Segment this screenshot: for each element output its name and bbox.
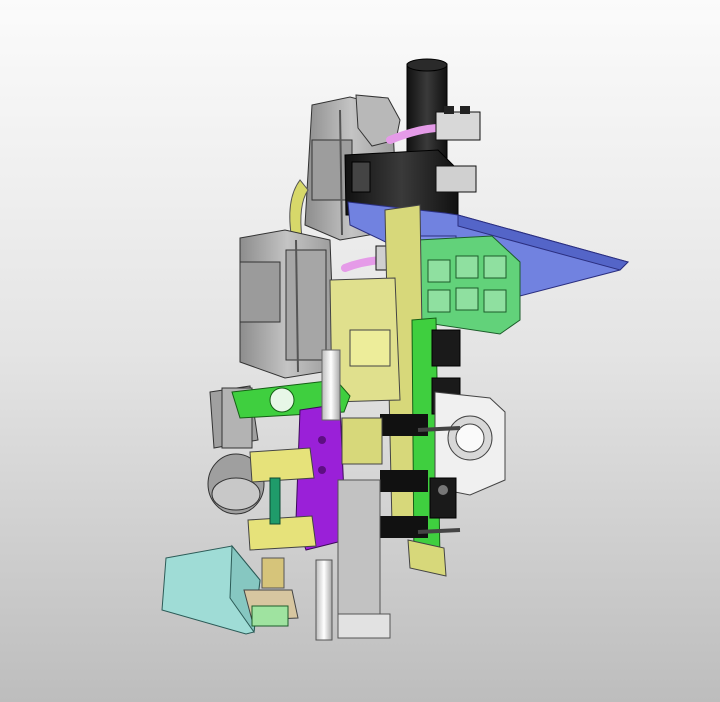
- coupling: [261, 557, 285, 589]
- yellow-arc-bracket: [289, 179, 309, 241]
- assembly-render: [161, 58, 629, 641]
- sensor-block: [243, 589, 299, 627]
- yellow-block-lower: [407, 539, 447, 577]
- cad-viewport[interactable]: [0, 0, 720, 702]
- servo-motor-middle: [239, 229, 336, 379]
- lower-gray-posts: [337, 479, 391, 639]
